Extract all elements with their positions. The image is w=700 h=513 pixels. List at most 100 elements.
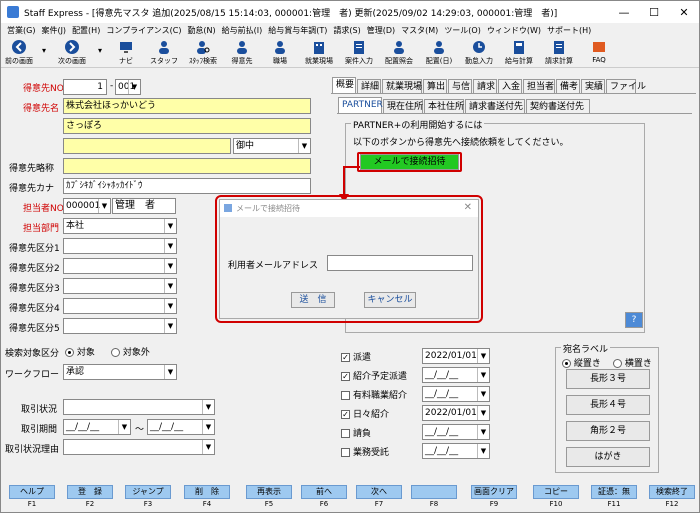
trade-start-date[interactable]: __/__/__ ▼ [63,419,131,435]
fkey-f8-button[interactable] [411,485,457,499]
service-checkbox-5[interactable]: 業務受託 [341,445,389,458]
menu-item[interactable]: サポート(H) [547,25,591,36]
fkey-f3-button[interactable]: ジャンプ [125,485,171,499]
service-date-select[interactable]: __/__/__ ▼ [422,424,490,440]
cancel-button[interactable]: キャンセル [364,292,416,308]
attendance-button[interactable]: 勤怠入力 [459,38,499,66]
subtab-2[interactable]: 本社住所 [424,99,464,114]
job-entry-button[interactable]: 案件入力 [339,38,379,66]
vertical-radio[interactable]: 縦置き [562,356,601,369]
fkey-f11-button[interactable]: 証憑：無 [591,485,637,499]
service-checkbox-3[interactable]: ✓ 日々紹介 [341,407,389,420]
menu-item[interactable]: ウィンドウ(W) [487,25,541,36]
tab-8[interactable]: 備考 [556,79,580,94]
workplace-button[interactable]: 職場 [261,38,299,66]
horizontal-radio[interactable]: 横置き [613,356,652,369]
tab-0[interactable]: 概要 [332,77,356,94]
fkey-f5-button[interactable]: 再表示 [246,485,292,499]
search-off-radio[interactable]: 対象外 [111,345,150,358]
service-date-select[interactable]: __/__/__ ▼ [422,443,490,459]
subtab-3[interactable]: 請求書送付先 [465,99,525,114]
forward-button[interactable]: 次の画面 [51,38,93,66]
tab-9[interactable]: 実績 [581,79,605,94]
class2-select[interactable]: ▼ [63,258,177,274]
subtab-1[interactable]: 現在住所 [383,99,423,114]
tab-1[interactable]: 詳細 [357,79,381,94]
trade-reason-select[interactable]: ▼ [63,439,215,455]
branch-no-select[interactable]: 001 ▼ [115,79,141,95]
trade-status-select[interactable]: ▼ [63,399,215,415]
tab-3[interactable]: 算出 [423,79,447,94]
staff-search-button[interactable]: ｽﾀｯﾌ検索 [183,38,223,66]
faq-button[interactable]: FAQ [579,38,619,64]
trade-end-date[interactable]: __/__/__ ▼ [147,419,215,435]
class5-select[interactable]: ▼ [63,318,177,334]
minimize-icon[interactable]: — [609,6,639,19]
menu-item[interactable]: 給与前払(I) [222,25,263,36]
tab-10[interactable]: ファイル [606,79,646,94]
fkey-f12-button[interactable]: 検索終了 [649,485,695,499]
fkey-f9-button[interactable]: 画面クリア [471,485,517,499]
class4-select[interactable]: ▼ [63,298,177,314]
payroll-button[interactable]: 給与計算 [499,38,539,66]
email-input[interactable] [327,255,473,271]
honorific-select[interactable]: 御中 ▼ [233,138,311,154]
send-button[interactable]: 送 信 [291,292,335,308]
service-checkbox-0[interactable]: ✓ 派遣 [341,350,371,363]
client-name3-input[interactable] [63,138,231,154]
short-name-input[interactable] [63,158,311,174]
service-date-select[interactable]: __/__/__ ▼ [422,367,490,383]
menu-item[interactable]: 配置(H) [72,25,100,36]
history-dropdown-icon[interactable]: ▾ [37,38,51,55]
placement-day-button[interactable]: 配置(日) [419,38,459,66]
tab-2[interactable]: 就業現場 [382,79,422,94]
subtab-0[interactable]: PARTNER+ [338,97,390,114]
kana-input[interactable]: ｶﾌﾞｼｷｶﾞｲｼｬﾎｯｶｲﾄﾞｳ [63,178,311,194]
menu-item[interactable]: 管理(D) [367,25,395,36]
client-name1-input[interactable]: 株式会社ほっかいどう [63,98,311,114]
fkey-f1-button[interactable]: ヘルプ [9,485,55,499]
workflow-select[interactable]: 承認 ▼ [63,364,177,380]
menu-item[interactable]: コンプライアンス(C) [106,25,181,36]
service-checkbox-4[interactable]: 請負 [341,426,371,439]
placement-inquiry-button[interactable]: 配置照会 [379,38,419,66]
client-no-input[interactable]: 1 [63,79,107,95]
label-naga4-button[interactable]: 長形４号 [566,395,650,415]
label-kaku2-button[interactable]: 角形２号 [566,421,650,441]
tab-7[interactable]: 担当者 [523,79,555,94]
tab-4[interactable]: 与信 [448,79,472,94]
maximize-icon[interactable]: ☐ [639,6,669,19]
client-name2-input[interactable]: さっぽろ [63,118,311,134]
search-on-radio[interactable]: 対象 [65,345,95,358]
fkey-f10-button[interactable]: コピー [533,485,579,499]
tab-6[interactable]: 入金 [498,79,522,94]
close-icon[interactable]: ✕ [464,202,472,213]
fkey-f4-button[interactable]: 削 除 [184,485,230,499]
menu-item[interactable]: マスタ(M) [401,25,438,36]
service-date-select[interactable]: 2022/01/01 ▼ [422,405,490,421]
menu-item[interactable]: 案件(J) [41,25,66,36]
history-dropdown-icon[interactable]: ▾ [93,38,107,55]
label-postcard-button[interactable]: はがき [566,447,650,467]
menu-item[interactable]: 請求(S) [333,25,360,36]
service-date-select[interactable]: __/__/__ ▼ [422,386,490,402]
menu-item[interactable]: 勤怠(N) [187,25,215,36]
fkey-f2-button[interactable]: 登 録 [67,485,113,499]
close-icon[interactable]: ✕ [669,6,699,19]
fkey-f7-button[interactable]: 次へ [356,485,402,499]
label-naga3-button[interactable]: 長形３号 [566,369,650,389]
tab-5[interactable]: 請求 [473,79,497,94]
worksite-button[interactable]: 就業現場 [299,38,339,66]
class3-select[interactable]: ▼ [63,278,177,294]
subtab-4[interactable]: 契約書送付先 [526,99,590,114]
service-date-select[interactable]: 2022/01/01 ▼ [422,348,490,364]
back-button[interactable]: 前の画面 [1,38,37,66]
menu-item[interactable]: ツール(O) [444,25,481,36]
navi-button[interactable]: ナビ [107,38,145,66]
staff-button[interactable]: スタッフ [145,38,183,66]
service-checkbox-1[interactable]: ✓ 紹介予定派遣 [341,369,407,382]
service-checkbox-2[interactable]: 有料職業紹介 [341,388,407,401]
billing-calc-button[interactable]: 請求計算 [539,38,579,66]
menu-item[interactable]: 給与賞与年調(T) [268,25,327,36]
staff-no-select[interactable]: 000001 ▼ [63,198,111,214]
